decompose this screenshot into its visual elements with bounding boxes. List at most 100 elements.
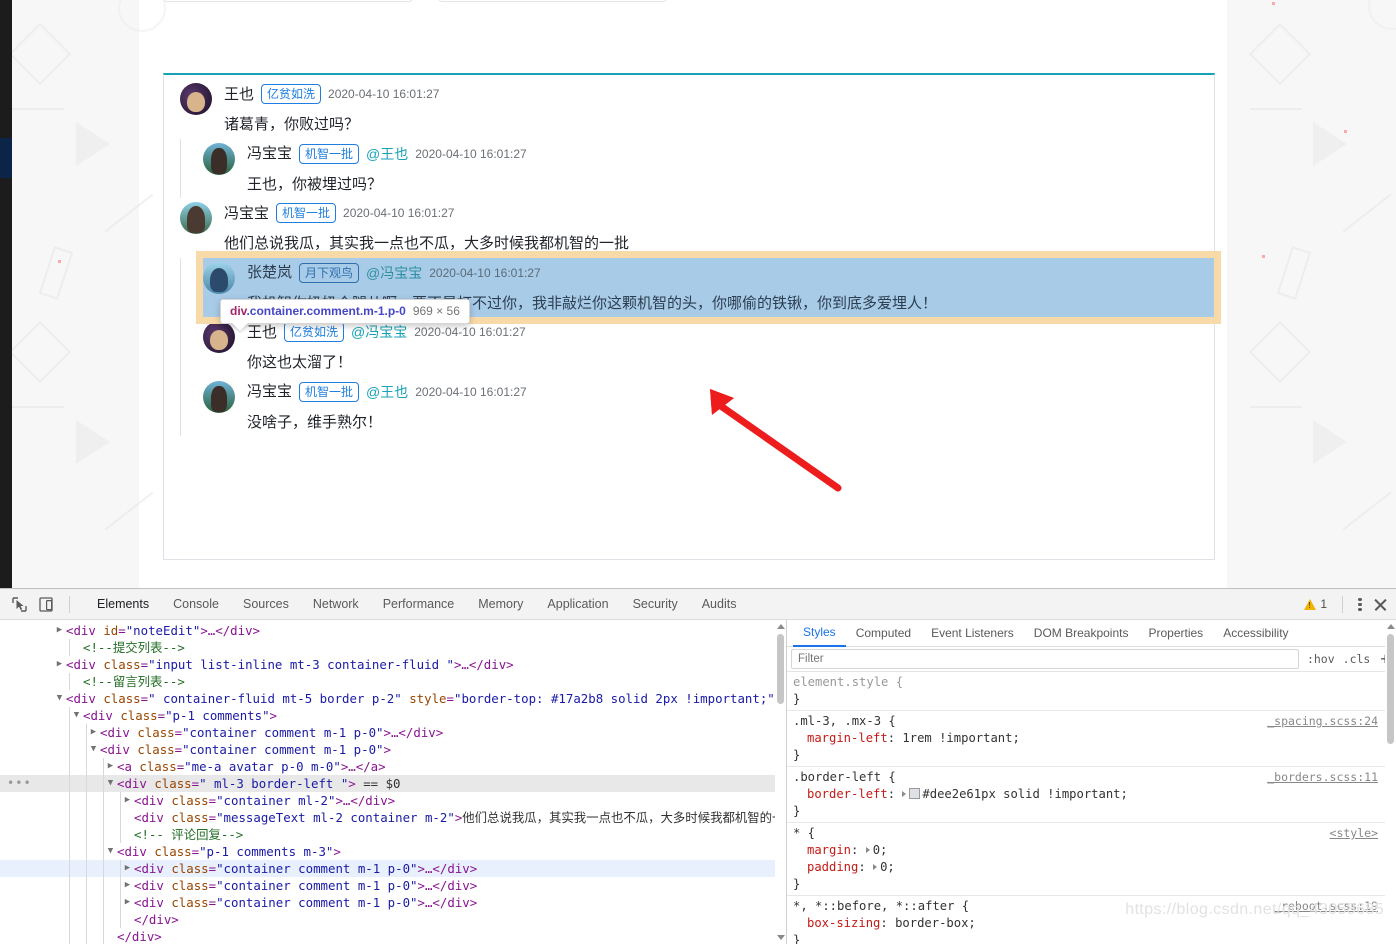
devtools-tab-application[interactable]: Application <box>535 590 620 619</box>
dom-tree-node[interactable]: <!-- 评论回复--> <box>0 826 786 843</box>
dom-tree-node[interactable]: ▶ <div class="container comment m-1 p-0">… <box>0 877 786 894</box>
background-dot-decoration <box>1344 130 1347 133</box>
close-icon[interactable] <box>1373 597 1388 612</box>
background-line-decoration <box>12 406 64 408</box>
comment-mention[interactable]: @王也 <box>366 147 408 161</box>
devtools-tab-console[interactable]: Console <box>161 590 231 619</box>
style-rule-close: } <box>793 877 801 891</box>
devtools-tab-audits[interactable]: Audits <box>690 590 749 619</box>
scroll-up-icon[interactable] <box>1387 624 1395 629</box>
devtools-tab-memory[interactable]: Memory <box>466 590 535 619</box>
styles-scrollbar-thumb[interactable] <box>1387 634 1394 744</box>
inspect-element-icon[interactable] <box>11 596 28 613</box>
comment-item[interactable]: 冯宝宝 机智一批 @王也 2020-04-10 16:01:27 没啥子，维手熟尔！ <box>203 377 1214 437</box>
submit-form-row: 昵称 邮箱 发送 <box>163 0 1203 8</box>
styles-filter-input[interactable]: Filter <box>791 649 1299 669</box>
dom-tree-node[interactable]: ▼ <div class="p-1 comments"> <box>0 707 786 724</box>
comment-mention[interactable]: @冯宝宝 <box>351 325 407 339</box>
warning-badge[interactable]: 1 <box>1304 597 1327 611</box>
dom-tree-node[interactable]: ▶ <div id="noteEdit">…</div> <box>0 622 786 639</box>
comment-item[interactable]: 王也 亿贫如洗 2020-04-10 16:01:27 诸葛青，你败过吗？ <box>180 79 1214 139</box>
scroll-up-icon[interactable] <box>777 624 785 629</box>
style-rule: _borders.scss:11 .border-left {border-lef… <box>787 767 1396 823</box>
comment-mention[interactable]: @王也 <box>366 385 408 399</box>
style-source-link[interactable]: _spacing.scss:24 <box>1267 713 1378 730</box>
dom-tree-node[interactable]: <!--留言列表--> <box>0 673 786 690</box>
cls-toggle[interactable]: .cls <box>1339 652 1375 666</box>
email-input[interactable]: 邮箱 <box>438 0 667 2</box>
comment-replies: 张楚岚 月下观鸟 @冯宝宝 2020-04-10 16:01:27 我机智你奶奶个腿儿啊… <box>180 250 1221 437</box>
style-source-link[interactable]: _borders.scss:11 <box>1267 769 1378 786</box>
comment-text: 没啥子，维手熟尔！ <box>247 413 383 431</box>
styles-tab-styles[interactable]: Styles <box>793 620 846 647</box>
devtools-tab-elements[interactable]: Elements <box>85 590 161 619</box>
background-rect-decoration <box>38 246 74 300</box>
scroll-down-icon[interactable] <box>777 935 785 940</box>
dom-tree-node[interactable]: ▼ <div class=" container-fluid mt-5 borde… <box>0 690 786 707</box>
styles-tab-dom-breakpoints[interactable]: DOM Breakpoints <box>1024 621 1139 646</box>
devtools-panel: Elements Console Sources Network Performance… <box>0 588 1396 944</box>
dom-scrollbar[interactable] <box>775 620 786 944</box>
background-diamond-decoration <box>8 22 72 86</box>
styles-tab-computed[interactable]: Computed <box>846 621 921 646</box>
background-rect-decoration <box>1276 246 1312 300</box>
dom-tree-node[interactable]: ▶ <div class="container ml-2">…</div> <box>0 792 786 809</box>
style-declaration[interactable]: margin-left: 1rem !important; <box>793 730 1396 747</box>
comment-badge: 亿贫如洗 <box>261 84 322 104</box>
comment-author: 王也 <box>247 323 278 341</box>
comment-mention[interactable]: @冯宝宝 <box>366 266 422 280</box>
devtools-tab-network[interactable]: Network <box>301 590 371 619</box>
dom-tree-node[interactable]: ▼ <div class="container comment m-1 p-0"> <box>0 741 786 758</box>
style-declaration[interactable]: border-left: #dee2e61px solid !important… <box>793 786 1396 803</box>
comment-timestamp: 2020-04-10 16:01:27 <box>328 87 440 101</box>
style-declaration[interactable]: margin: 0; <box>793 842 1396 859</box>
comment-author: 张楚岚 <box>247 264 293 281</box>
dom-tree-node[interactable]: ••• ▼ <div class=" ml-3 border-left "> == … <box>0 775 786 792</box>
dom-tree-node[interactable]: ▶ <div class="input list-inline mt-3 cont… <box>0 656 786 673</box>
nickname-input[interactable]: 昵称 <box>163 0 413 2</box>
dom-tree-node[interactable]: ▼ <div class="p-1 comments m-3"> <box>0 843 786 860</box>
devtools-tab-performance[interactable]: Performance <box>371 590 467 619</box>
device-toolbar-icon[interactable] <box>38 596 55 613</box>
devtools-tab-security[interactable]: Security <box>621 590 690 619</box>
avatar[interactable] <box>203 142 235 175</box>
avatar[interactable] <box>180 83 212 115</box>
style-selector[interactable]: * { <box>793 825 1396 842</box>
dom-tree-node[interactable]: ▶ <div class="container comment m-1 p-0">… <box>0 860 786 877</box>
comment-item[interactable]: 冯宝宝 机智一批 2020-04-10 16:01:27 他们总说我瓜，其实我一点也不… <box>180 198 1214 258</box>
dom-tree-pane[interactable]: ▶ <div id="noteEdit">…</div> <!--提交列表--> ▶ <… <box>0 620 787 944</box>
style-declaration[interactable]: padding: 0; <box>793 859 1396 876</box>
kebab-menu-icon[interactable] <box>1358 596 1362 613</box>
styles-tab-properties[interactable]: Properties <box>1138 621 1213 646</box>
style-property: border-left <box>807 787 888 801</box>
style-value: 0; <box>872 843 888 857</box>
styles-tab-event-listeners[interactable]: Event Listeners <box>921 621 1024 646</box>
comment-text: 他们总说我瓜，其实我一点也不瓜，大多时候我都机智的一批 <box>224 235 630 252</box>
dom-tree-node[interactable]: ▶ <a class="me-a avatar p-0 m-0">…</a> <box>0 758 786 775</box>
style-source-link[interactable]: _reboot.scss:19 <box>1274 898 1378 915</box>
comment-item[interactable]: 王也 亿贫如洗 @冯宝宝 2020-04-10 16:01:27 你这也太溜了！ <box>203 317 1214 377</box>
inspector-tooltip: div.container.comment.m-1.p-0 969 × 56 <box>220 299 470 324</box>
dom-tree-node[interactable]: <div class="messageText ml-2 container m… <box>0 809 786 826</box>
avatar[interactable] <box>203 261 235 294</box>
style-selector[interactable]: element.style { <box>793 674 1396 691</box>
styles-tab-accessibility[interactable]: Accessibility <box>1213 621 1298 646</box>
background-diamond-decoration <box>1248 320 1312 384</box>
styles-scrollbar[interactable] <box>1385 620 1396 918</box>
devtools-tab-sources[interactable]: Sources <box>231 590 301 619</box>
dom-scrollbar-thumb[interactable] <box>777 634 784 704</box>
avatar[interactable] <box>203 380 235 413</box>
styles-tab-bar: Styles Computed Event Listeners DOM Breakpo… <box>787 620 1396 647</box>
dom-tree-node[interactable]: ▶ <div class="container comment m-1 p-0">… <box>0 724 786 741</box>
dom-tree-node[interactable]: ▶ <div class="container comment m-1 p-0">… <box>0 894 786 911</box>
style-source-link[interactable]: <style> <box>1330 825 1378 842</box>
background-line-decoration <box>12 108 64 110</box>
dom-tree-node[interactable]: <!--提交列表--> <box>0 639 786 656</box>
hov-toggle[interactable]: :hov <box>1303 652 1339 666</box>
comment-badge: 机智一批 <box>276 203 337 223</box>
dom-tree-node[interactable]: </div> <box>0 911 786 928</box>
style-declaration[interactable]: box-sizing: border-box; <box>793 915 1396 932</box>
avatar[interactable] <box>180 202 212 234</box>
comment-timestamp: 2020-04-10 16:01:27 <box>429 265 541 280</box>
comment-item[interactable]: 冯宝宝 机智一批 @王也 2020-04-10 16:01:27 王也，你被埋过吗？ <box>203 139 1214 199</box>
